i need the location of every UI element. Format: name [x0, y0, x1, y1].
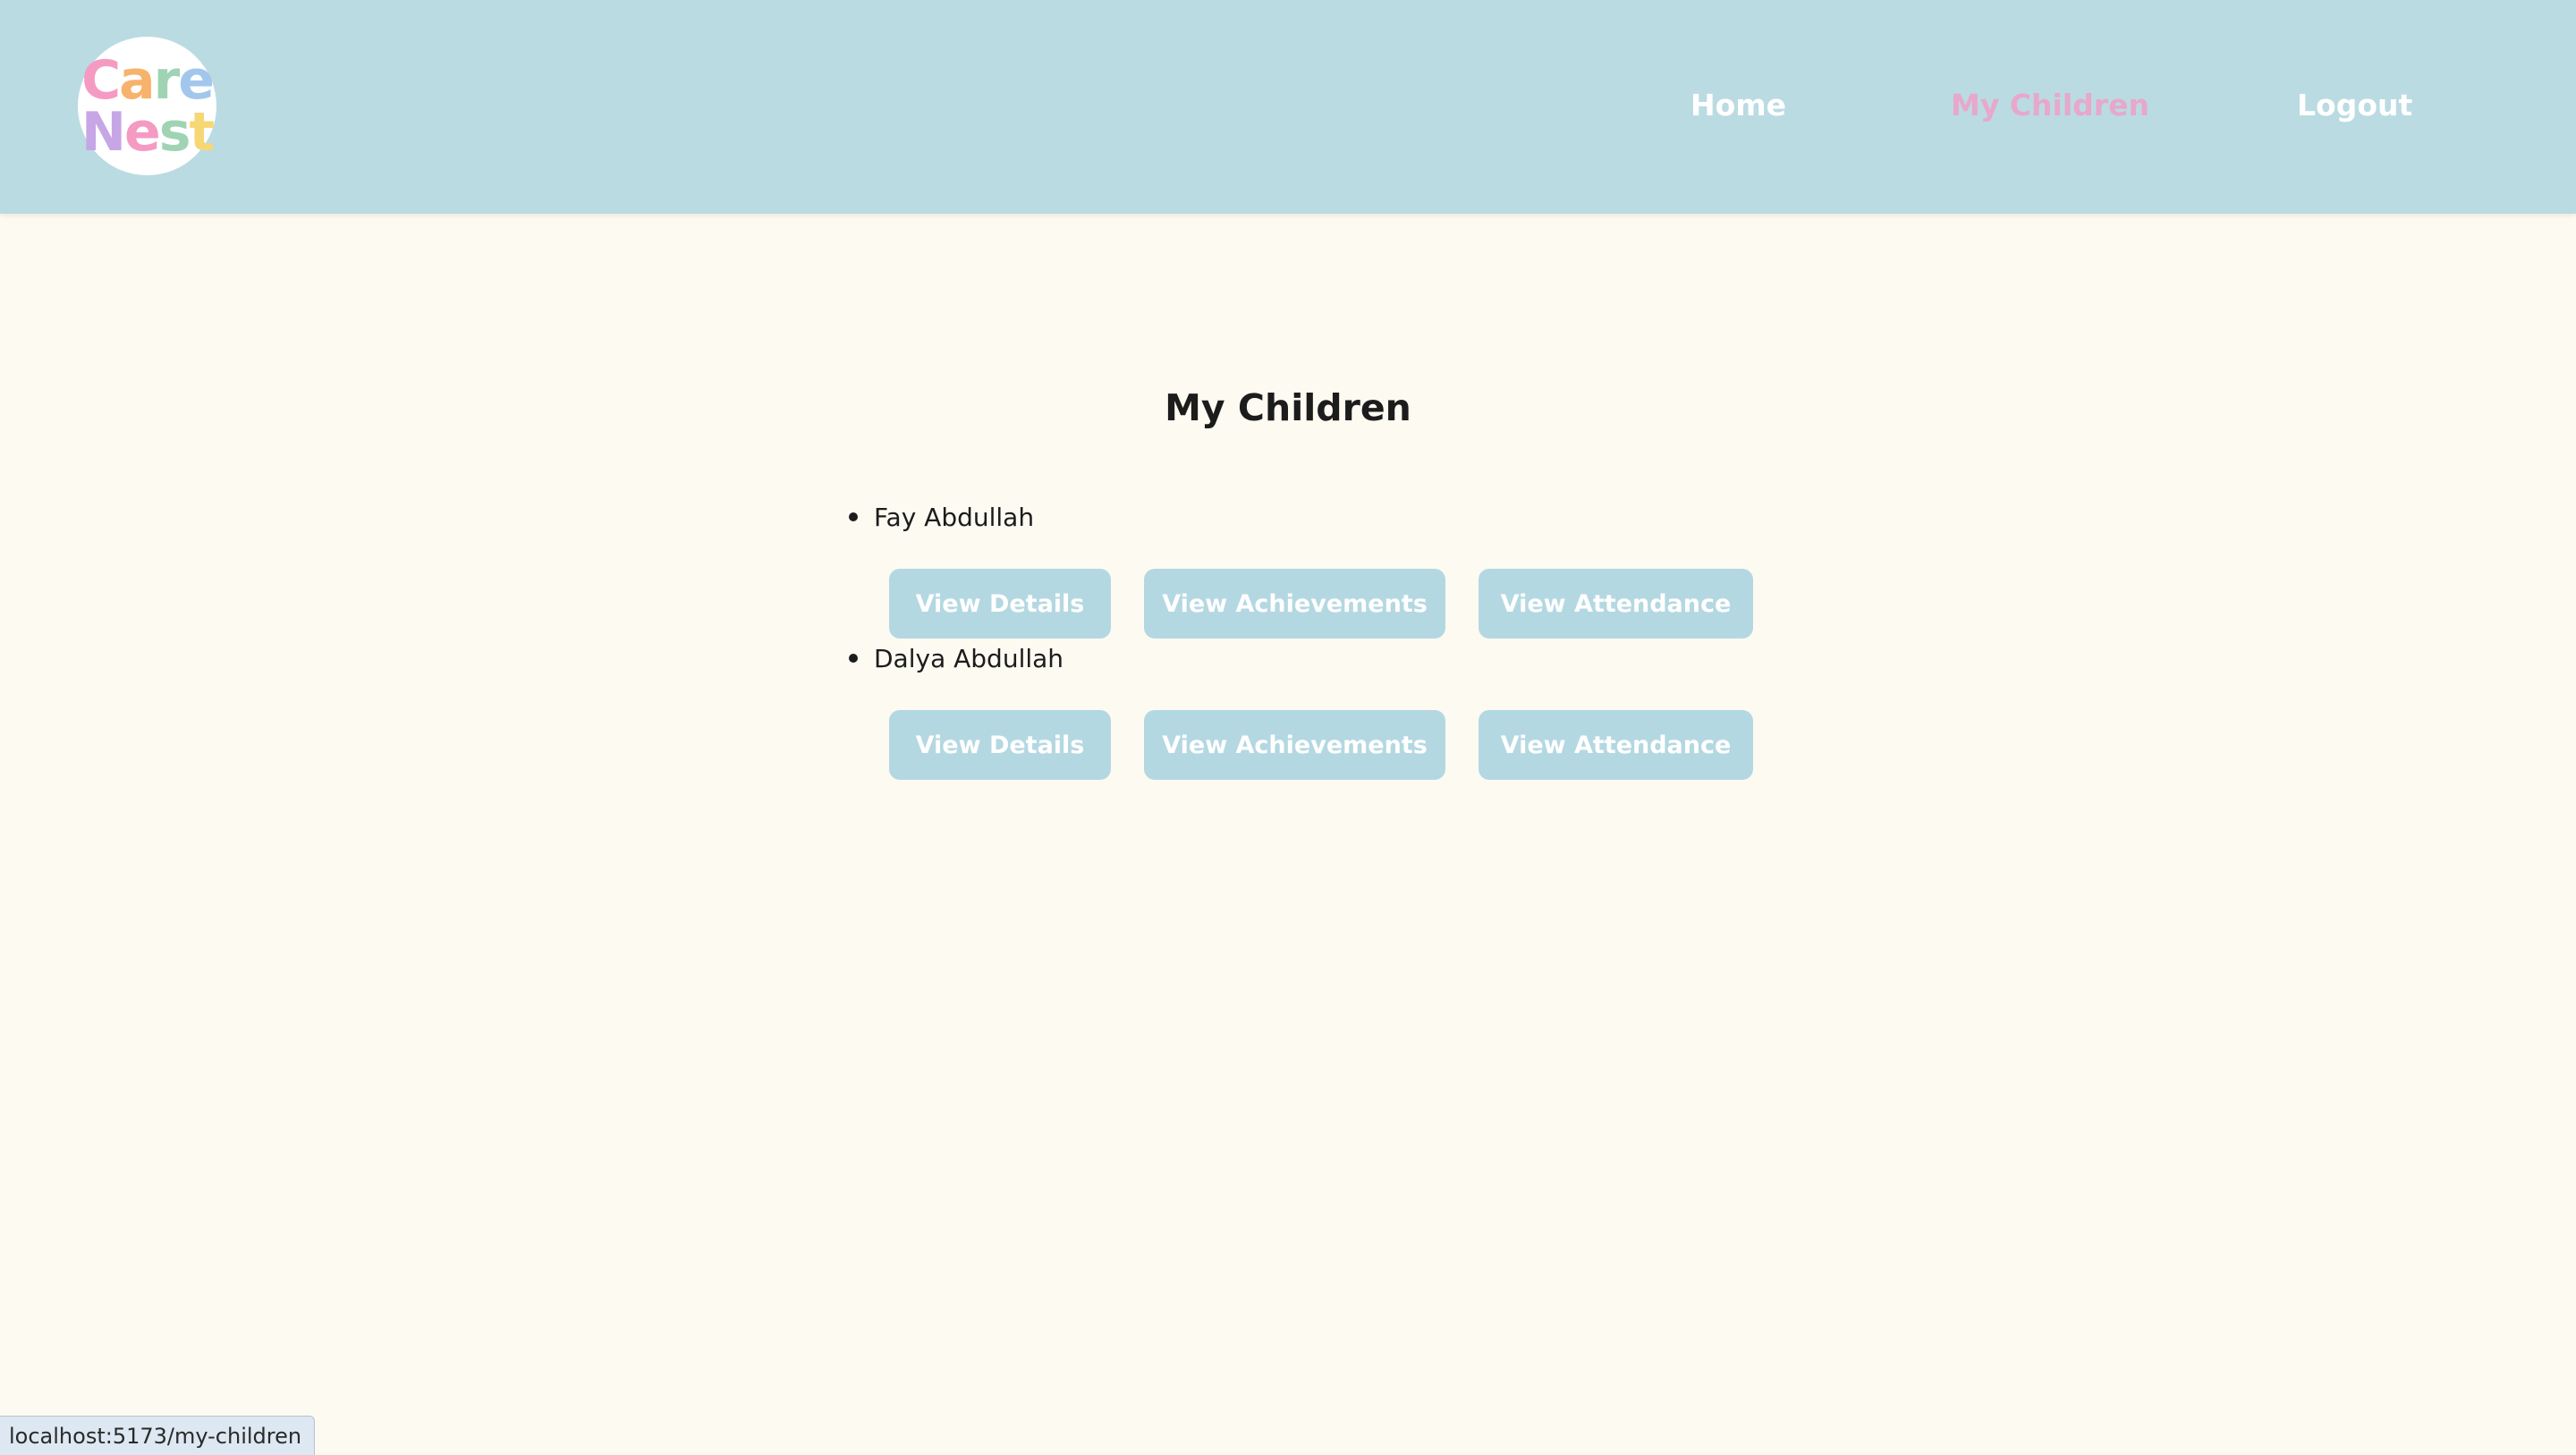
child-actions: View Details View Achievements View Atte…: [889, 569, 1753, 639]
view-attendance-button[interactable]: View Attendance: [1479, 569, 1753, 639]
carenest-logo[interactable]: Care Nest: [78, 37, 216, 175]
view-attendance-button[interactable]: View Attendance: [1479, 710, 1753, 780]
logo-line-care: Care: [81, 54, 215, 107]
child-actions: View Details View Achievements View Atte…: [889, 710, 1753, 780]
nav-home-link[interactable]: Home: [1690, 88, 1786, 123]
child-list-item: Fay Abdullah View Details View Achieveme…: [848, 499, 1753, 639]
logo-letter-s: s: [158, 100, 191, 164]
logo-letter-t: t: [189, 100, 215, 164]
bullet-point: [849, 654, 858, 663]
view-details-button[interactable]: View Details: [889, 569, 1111, 639]
child-name-row: Fay Abdullah: [848, 499, 1034, 535]
nav-logout-link[interactable]: Logout: [2297, 88, 2412, 123]
logo-letter-n: N: [80, 100, 126, 164]
child-name: Dalya Abdullah: [874, 643, 1064, 673]
browser-status-bar: localhost:5173/my-children: [0, 1416, 316, 1455]
top-navbar: Care Nest Home My Children Logout: [0, 0, 2576, 214]
view-details-button[interactable]: View Details: [889, 710, 1111, 780]
child-name-row: Dalya Abdullah: [848, 640, 1063, 676]
bullet-point: [849, 512, 858, 521]
view-achievements-button[interactable]: View Achievements: [1144, 569, 1445, 639]
nav-my-children-link[interactable]: My Children: [1951, 88, 2149, 123]
logo-letter-e2: e: [124, 100, 161, 164]
view-achievements-button[interactable]: View Achievements: [1144, 710, 1445, 780]
child-name: Fay Abdullah: [874, 502, 1035, 532]
logo-line-nest: Nest: [81, 106, 215, 159]
page-title: My Children: [1165, 386, 1411, 429]
child-list-item: Dalya Abdullah View Details View Achieve…: [848, 640, 1753, 780]
status-url: localhost:5173/my-children: [9, 1423, 302, 1449]
